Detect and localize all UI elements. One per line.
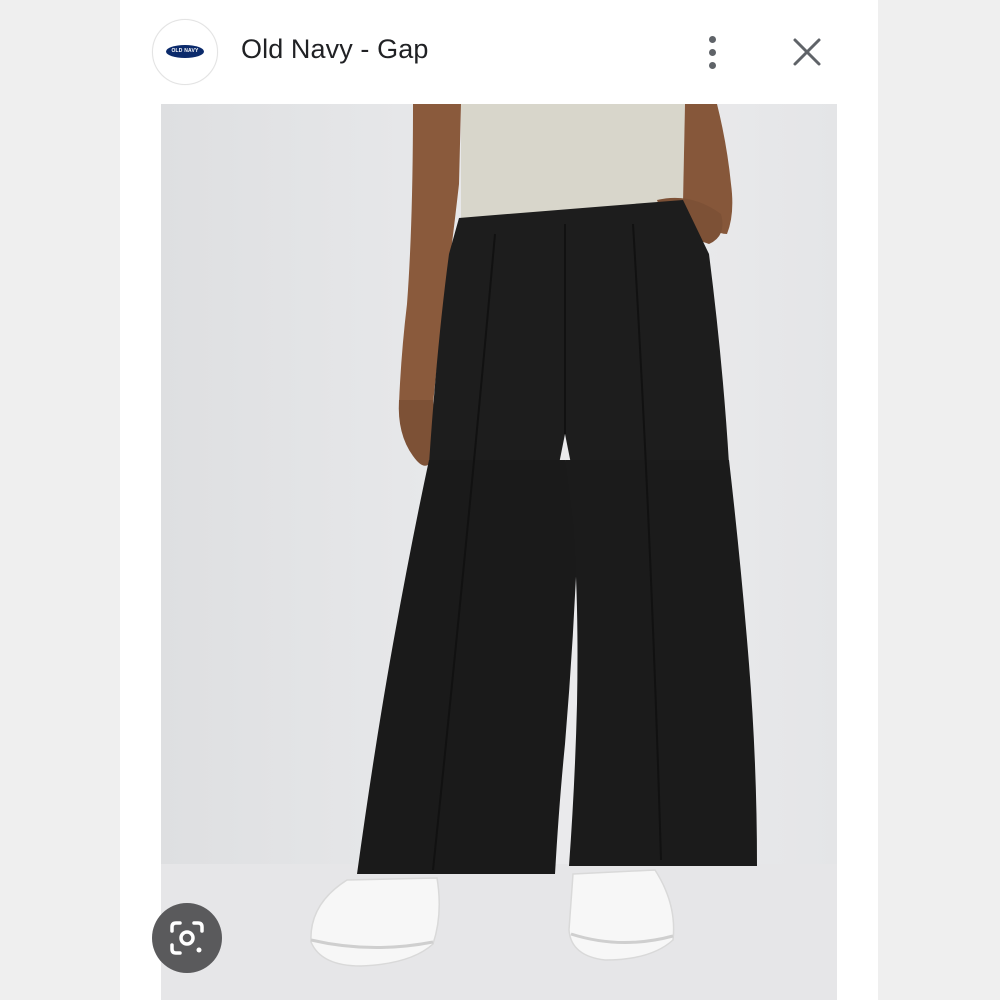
source-header: OLD NAVY Old Navy - Gap — [120, 0, 878, 104]
product-photo-illustration — [161, 104, 837, 1000]
lens-search-button[interactable] — [152, 903, 222, 973]
source-logo[interactable]: OLD NAVY — [152, 19, 218, 85]
old-navy-logo-icon: OLD NAVY — [166, 45, 204, 58]
image-viewer-card: OLD NAVY Old Navy - Gap — [120, 0, 878, 1000]
source-title[interactable]: Old Navy - Gap — [241, 34, 428, 65]
more-vert-icon-dot — [708, 48, 716, 56]
more-vert-icon-dot — [708, 35, 716, 43]
left-backdrop — [0, 0, 120, 1000]
google-lens-icon — [170, 921, 204, 955]
more-vert-icon-dot — [708, 61, 716, 69]
more-options-button[interactable] — [694, 30, 730, 74]
product-image[interactable] — [161, 104, 837, 1000]
close-button[interactable] — [787, 32, 827, 72]
close-icon — [793, 38, 821, 66]
right-backdrop — [878, 0, 1000, 1000]
